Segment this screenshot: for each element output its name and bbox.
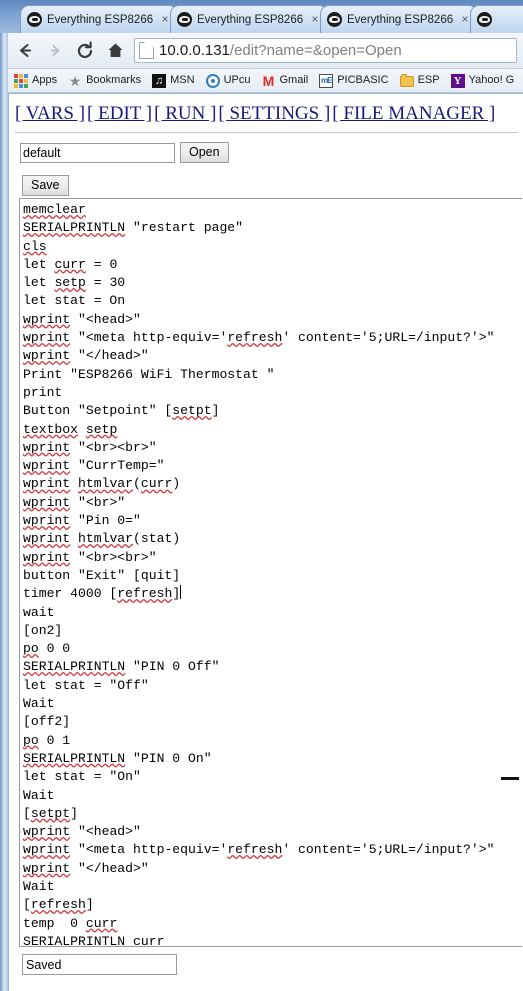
browser-tab[interactable]: Everything ESP8266 - × (20, 5, 178, 33)
bookmark-bookmarks[interactable]: ★ Bookmarks (63, 71, 146, 91)
star-icon: ★ (68, 72, 82, 89)
page-document-icon (139, 42, 154, 59)
bookmark-esp-folder[interactable]: ESP (395, 71, 445, 91)
bookmark-yahoo[interactable]: Y Yahoo! G (446, 71, 520, 91)
browser-tab[interactable]: Everything ESP8266 - × (170, 5, 328, 33)
textarea-scroll-marker[interactable] (501, 777, 519, 780)
tab-title: Everything ESP8266 - (47, 13, 156, 26)
address-bar[interactable]: 10.0.0.131/edit?name=&open=Open (134, 38, 517, 63)
code-editor-textarea[interactable]: memclear SERIALPRINTLN "restart page" cl… (19, 198, 522, 947)
esp-logo-icon (177, 12, 192, 27)
esp-logo-icon (27, 12, 42, 27)
filename-input[interactable] (20, 142, 175, 163)
address-bar-url: 10.0.0.131/edit?name=&open=Open (159, 42, 402, 60)
folder-icon (399, 74, 414, 87)
gmail-icon: M (262, 72, 275, 89)
bookmark-label: Yahoo! G (468, 74, 515, 86)
picbasic-icon: mE (319, 73, 334, 88)
bookmark-upcu[interactable]: UPcu (201, 71, 256, 91)
esp-logo-icon (477, 12, 492, 27)
back-arrow-icon[interactable] (12, 38, 38, 64)
bookmark-label: MSN (170, 74, 195, 86)
bookmark-label: Bookmarks (86, 74, 142, 86)
yahoo-icon: Y (450, 73, 465, 88)
bookmark-gmail[interactable]: M Gmail (256, 71, 313, 91)
page-viewport: [ VARS ][ EDIT ][ RUN ][ SETTINGS ][ FIL… (9, 94, 523, 991)
browser-window: Everything ESP8266 - × Everything ESP826… (0, 0, 523, 991)
bookmark-label: ESP (417, 74, 440, 86)
reload-icon[interactable] (72, 38, 98, 64)
bookmarks-bar: Apps ★ Bookmarks ♫ MSN UPcu M Gmail mE P… (8, 69, 523, 93)
tab-title: Everything ESP8266 - (197, 13, 306, 26)
esp-logo-icon (327, 12, 342, 27)
home-icon[interactable] (102, 38, 128, 64)
open-file-row: Open (20, 142, 229, 163)
save-button[interactable]: Save (22, 175, 69, 196)
bookmark-picbasic[interactable]: mE PICBASIC (314, 71, 393, 91)
tab-title: Everything ESP8266 - (347, 13, 456, 26)
browser-tab-active[interactable]: Everything ESP8266 - × (320, 5, 478, 33)
forward-arrow-icon[interactable] (42, 38, 68, 64)
code-editor-content: memclear SERIALPRINTLN "restart page" cl… (23, 202, 495, 947)
apps-grid-icon (14, 73, 28, 88)
nav-link-edit[interactable]: [ EDIT ] (87, 103, 152, 124)
open-button[interactable]: Open (180, 142, 229, 163)
nav-link-settings[interactable]: [ SETTINGS ] (218, 103, 330, 124)
bookmark-apps[interactable]: Apps (9, 71, 62, 91)
browser-tab[interactable] (470, 5, 523, 33)
address-bar-path: /edit?name=&open=Open (229, 41, 402, 59)
tab-strip: Everything ESP8266 - × Everything ESP826… (0, 0, 523, 33)
upcu-icon (205, 73, 220, 88)
nav-link-run[interactable]: [ RUN ] (154, 103, 216, 124)
bookmark-msn[interactable]: ♫ MSN (147, 71, 199, 91)
bookmark-label: UPcu (223, 74, 251, 86)
horizontal-divider (15, 132, 518, 134)
page-nav-links: [ VARS ][ EDIT ][ RUN ][ SETTINGS ][ FIL… (15, 103, 495, 125)
status-field[interactable] (22, 954, 177, 975)
browser-toolbar: 10.0.0.131/edit?name=&open=Open (8, 33, 523, 69)
window-frame-left-edge (0, 0, 8, 991)
bookmark-label: PICBASIC (337, 74, 389, 86)
nav-link-vars[interactable]: [ VARS ] (15, 103, 85, 124)
bookmark-label: Apps (32, 74, 58, 86)
address-bar-host: 10.0.0.131 (159, 41, 230, 59)
msn-icon: ♫ (152, 73, 167, 88)
bookmark-label: Gmail (279, 74, 309, 86)
nav-link-file-manager[interactable]: [ FILE MANAGER ] (332, 103, 495, 124)
